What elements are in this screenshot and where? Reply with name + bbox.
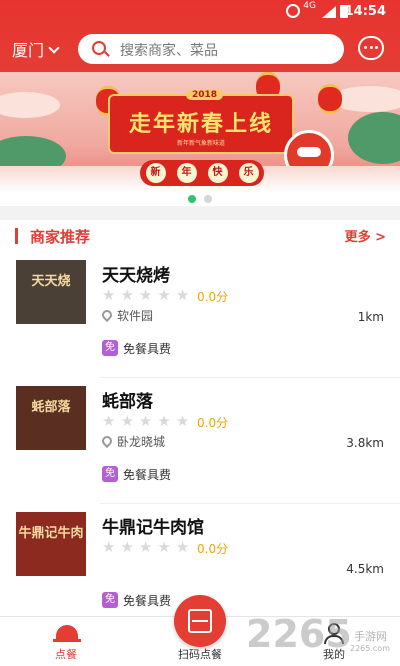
merchant-score: 0.0分 — [197, 416, 229, 430]
city-selector[interactable]: 厦门 — [12, 37, 60, 61]
search-placeholder: 搜索商家、菜品 — [120, 43, 218, 59]
merchant-photo: 蚝部落 — [16, 386, 86, 450]
signal-icon — [322, 6, 336, 18]
rating-stars: ★ ★ ★ ★ ★ — [102, 414, 189, 429]
star-icon: ★ — [175, 286, 190, 304]
person-icon-body — [324, 635, 344, 644]
location-pin-icon — [99, 307, 115, 323]
star-icon: ★ — [102, 286, 116, 304]
cloud-decoration — [0, 92, 60, 118]
star-icon: ★ — [120, 412, 134, 430]
banner-year: 2018 — [186, 90, 224, 100]
star-icon: ★ — [157, 286, 171, 304]
banner-sign: 走年新春上线 新年新气象新味道 — [108, 94, 294, 154]
app-screen: 4G 14:54 厦门 搜索商家、菜品 走年新春上线 新年新气象新味道 2018 — [0, 0, 400, 666]
merchant-tag: 免餐具费 — [123, 468, 172, 482]
network-indicator: 4G — [303, 1, 316, 11]
ribbon-char: 乐 — [238, 163, 259, 183]
rating-stars: ★ ★ ★ ★ ★ — [102, 288, 189, 303]
star-icon: ★ — [138, 538, 153, 556]
status-bar: 4G 14:54 — [0, 0, 400, 24]
star-icon: ★ — [120, 538, 134, 556]
merchant-photo: 牛鼎记牛肉 — [16, 512, 86, 576]
banner-subtitle: 新年新气象新味道 — [176, 140, 225, 147]
tab-order[interactable]: 点餐 — [36, 617, 96, 666]
section-header: 商家推荐 更多 > — [0, 220, 400, 252]
star-icon: ★ — [138, 412, 153, 430]
scan-button[interactable] — [174, 595, 226, 647]
banner-title: 走年新春上线 — [128, 111, 273, 137]
person-icon — [328, 623, 340, 635]
ribbon-char: 快 — [207, 163, 228, 183]
merchant-photo: 天天烧 — [16, 260, 86, 324]
merchant-score: 0.0分 — [197, 290, 229, 304]
tree-decoration — [348, 112, 400, 164]
merchant-name: 天天烧烤 — [102, 266, 170, 286]
section-title: 商家推荐 — [30, 228, 91, 246]
chat-bubble-icon — [364, 46, 378, 50]
merchant-name: 牛鼎记牛肉馆 — [102, 518, 204, 538]
merchant-list: 天天烧 天天烧烤 ★ ★ ★ ★ ★ 0.0分 软件园 1km 免 免餐具费 蚝部落 蚝… — [0, 252, 400, 616]
tab-order-label: 点餐 — [55, 648, 77, 661]
promo-banner[interactable]: 走年新春上线 新年新气象新味道 2018 新 年 快 乐 — [0, 72, 400, 192]
star-icon: ★ — [175, 538, 190, 556]
merchant-photo-sign: 天天烧 — [31, 274, 71, 289]
merchant-location: 软件园 — [117, 309, 154, 323]
merchant-item[interactable]: 天天烧 天天烧烤 ★ ★ ★ ★ ★ 0.0分 软件园 1km 免 免餐具费 — [0, 252, 400, 378]
banner-ribbon: 新 年 快 乐 — [140, 160, 264, 186]
merchant-distance: 4.5km — [346, 562, 384, 576]
merchant-photo-sign: 蚝部落 — [31, 400, 71, 415]
star-icon: ★ — [157, 412, 171, 430]
star-icon: ★ — [102, 538, 116, 556]
star-icon: ★ — [175, 412, 190, 430]
lantern-decoration — [318, 84, 342, 114]
merchant-distance: 3.8km — [346, 436, 384, 450]
star-icon: ★ — [138, 286, 153, 304]
free-badge: 免 — [102, 592, 118, 608]
merchant-name: 蚝部落 — [102, 392, 153, 412]
chevron-down-icon — [48, 42, 60, 54]
star-icon: ★ — [157, 538, 171, 556]
section-gap — [0, 206, 400, 220]
star-icon: ★ — [102, 412, 116, 430]
tab-mine[interactable]: 我的 — [304, 617, 364, 666]
header: 4G 14:54 厦门 搜索商家、菜品 — [0, 0, 400, 72]
scan-line — [192, 620, 208, 622]
free-badge: 免 — [102, 466, 118, 482]
search-icon — [92, 41, 106, 55]
star-icon: ★ — [120, 286, 134, 304]
merchant-location: 卧龙晓城 — [117, 435, 166, 449]
merchant-distance: 1km — [357, 310, 384, 324]
pagination-dot-active[interactable] — [188, 195, 196, 203]
cloche-base — [53, 639, 81, 642]
ribbon-char: 新 — [145, 163, 166, 183]
merchant-item[interactable]: 蚝部落 蚝部落 ★ ★ ★ ★ ★ 0.0分 卧龙晓城 3.8km 免 免餐具费 — [0, 378, 400, 504]
alarm-icon — [286, 4, 300, 18]
banner-pagination — [0, 192, 400, 206]
free-badge: 免 — [102, 340, 118, 356]
message-button[interactable] — [358, 36, 384, 60]
cloche-icon — [56, 625, 78, 639]
location-pin-icon — [99, 433, 115, 449]
tab-scan-label: 扫码点餐 — [178, 648, 222, 661]
ribbon-char: 年 — [176, 163, 197, 183]
section-accent-bar — [15, 228, 18, 244]
merchant-tag: 免餐具费 — [123, 342, 172, 356]
city-label: 厦门 — [12, 41, 45, 60]
bottom-tab-bar: 点餐 扫码点餐 我的 — [0, 595, 400, 666]
more-link[interactable]: 更多 > — [345, 226, 386, 245]
status-time: 14:54 — [344, 4, 386, 19]
pagination-dot[interactable] — [204, 195, 212, 203]
tab-mine-label: 我的 — [323, 648, 345, 661]
rating-stars: ★ ★ ★ ★ ★ — [102, 540, 189, 555]
search-input[interactable]: 搜索商家、菜品 — [78, 34, 344, 64]
merchant-score: 0.0分 — [197, 542, 229, 556]
tab-scan[interactable]: 扫码点餐 — [160, 595, 240, 666]
merchant-photo-sign: 牛鼎记牛肉 — [18, 526, 84, 541]
merchant-tag: 免餐具费 — [123, 594, 172, 608]
